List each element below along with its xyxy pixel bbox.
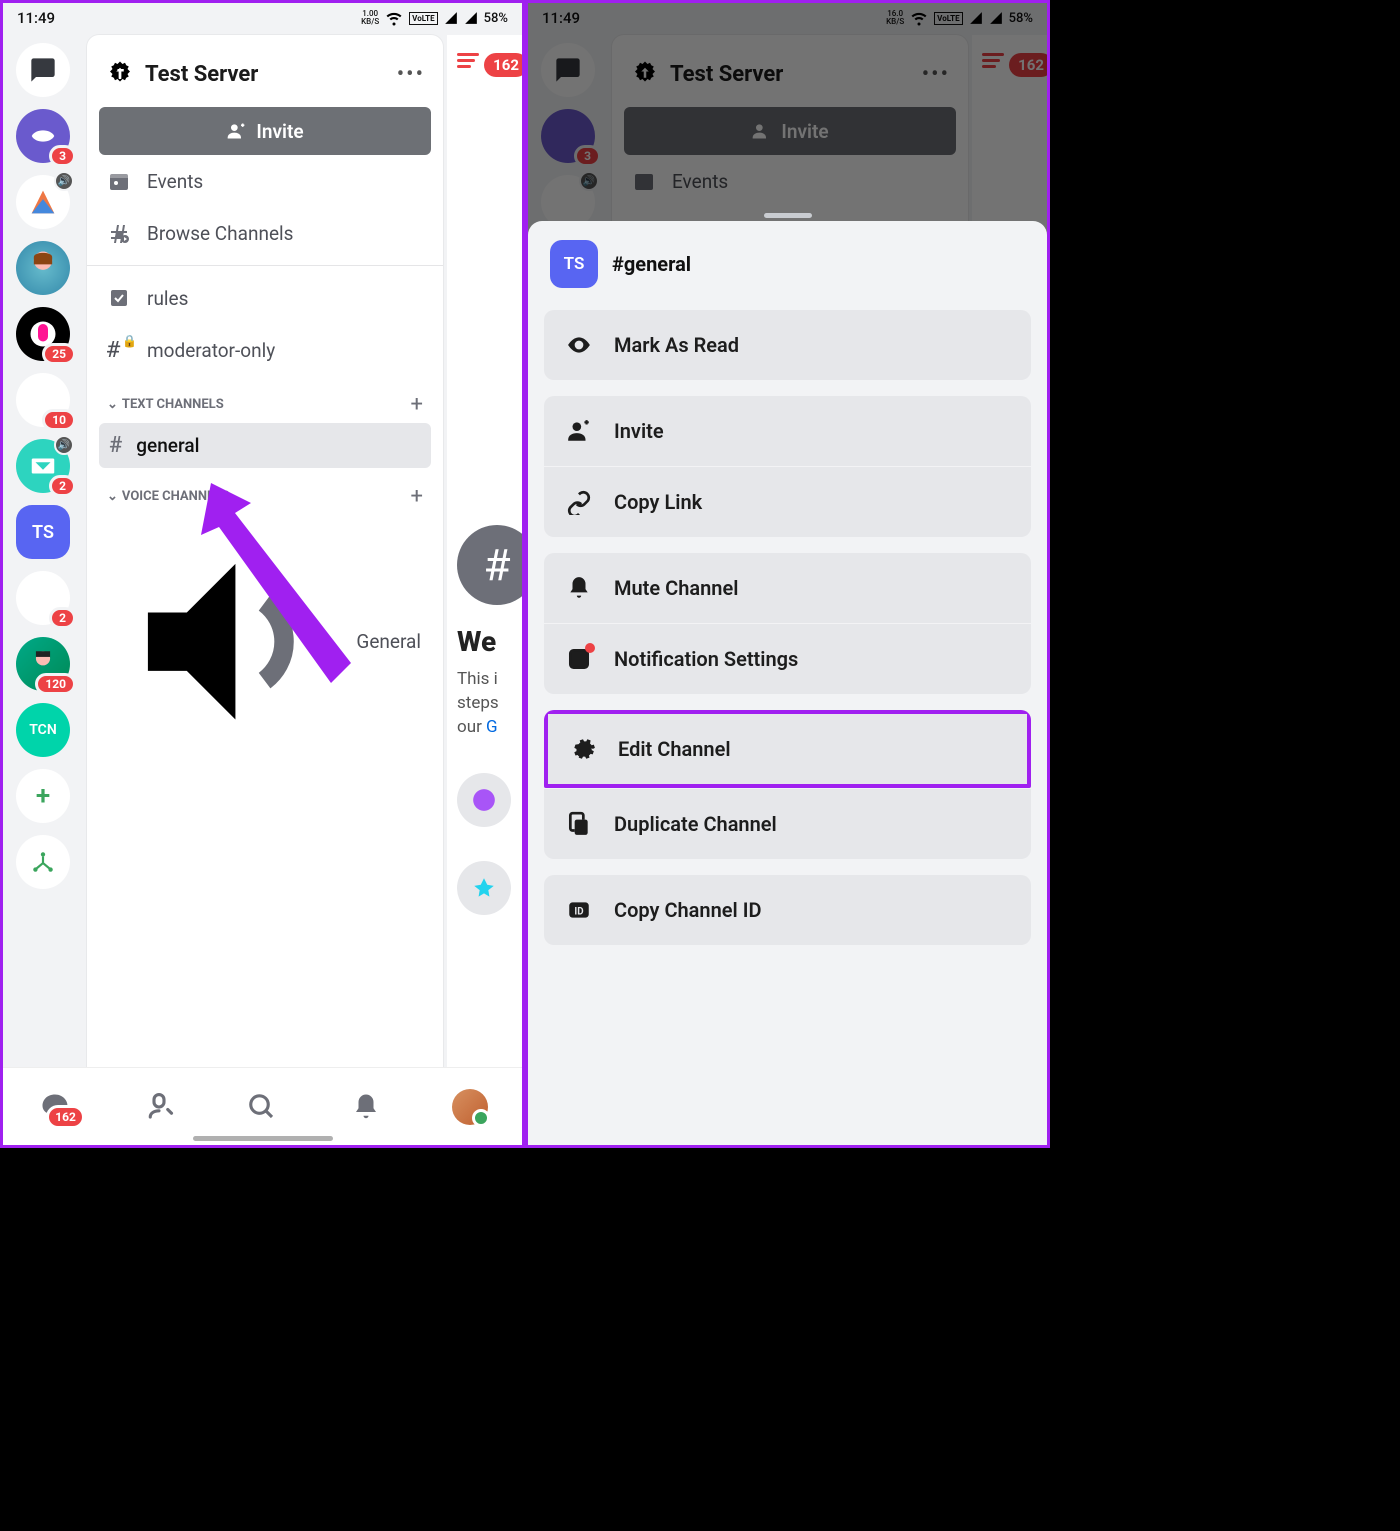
status-bar: 11:49 1.00KB/S VoLTE 58% (3, 3, 522, 33)
server-avatar-8[interactable]: 120 (16, 637, 70, 691)
sheet-title: #general (612, 252, 691, 276)
content-peek: 162 # We This istepsour G (447, 35, 522, 1067)
speaker-mini-icon: 🔊 (54, 171, 74, 191)
add-user-icon (226, 121, 246, 141)
browse-channels-row[interactable]: Browse Channels (99, 207, 431, 259)
speaker-mini-icon-2: 🔊 (54, 435, 74, 455)
rules-channel[interactable]: rules (99, 272, 431, 324)
unread-badge: 162 (484, 53, 522, 77)
rules-icon (107, 286, 131, 310)
signal-icon-1 (444, 11, 458, 25)
home-indicator (193, 1136, 333, 1141)
svg-text:ID: ID (574, 906, 583, 917)
events-row[interactable]: Events (99, 155, 431, 207)
server-avatar-2[interactable]: 🔊 (16, 175, 70, 229)
channel-panel: Test Server ••• Invite Events Browse Cha… (87, 35, 443, 1067)
copy-channel-id-item[interactable]: ID Copy Channel ID (544, 875, 1031, 945)
dm-button[interactable] (16, 43, 70, 97)
copy-icon (566, 811, 592, 837)
bell-icon (566, 575, 592, 601)
server-title[interactable]: Test Server (145, 62, 258, 87)
speaker-icon (109, 525, 342, 758)
nav-notifications[interactable] (346, 1087, 386, 1127)
server-avatar-1[interactable]: 3 (16, 109, 70, 163)
gear-icon (570, 736, 596, 762)
eye-icon (566, 332, 592, 358)
hash-icon: # (109, 433, 122, 458)
hub-button[interactable] (16, 835, 70, 889)
battery-pct: 58% (484, 11, 508, 26)
text-channels-category[interactable]: ⌄TEXT CHANNELS + (99, 376, 431, 423)
voice-channel-general[interactable]: General (99, 515, 431, 768)
notification-settings-icon (566, 646, 592, 672)
status-time: 11:49 (17, 9, 55, 27)
chevron-down-icon: ⌄ (107, 397, 118, 412)
avatar (452, 1089, 488, 1125)
copy-link-item[interactable]: Copy Link (544, 466, 1031, 537)
signal-icon-2 (464, 11, 478, 25)
volte-icon: VoLTE (409, 12, 437, 25)
mute-channel-item[interactable]: Mute Channel (544, 553, 1031, 623)
calendar-icon (107, 169, 131, 193)
id-icon: ID (566, 897, 592, 923)
server-avatar-9[interactable]: TCN (16, 703, 70, 757)
action-chip-1[interactable] (457, 773, 511, 827)
duplicate-channel-item[interactable]: Duplicate Channel (544, 788, 1031, 859)
add-voice-channel-icon[interactable]: + (411, 484, 423, 509)
add-channel-icon[interactable]: + (411, 392, 423, 417)
welcome-body: This istepsour G (457, 668, 522, 739)
channel-general[interactable]: # general (99, 423, 431, 468)
nav-profile[interactable] (450, 1087, 490, 1127)
welcome-heading: We (457, 625, 522, 658)
link-icon (566, 489, 592, 515)
server-avatar-3[interactable] (16, 241, 70, 295)
screenshot-left: 11:49 1.00KB/S VoLTE 58% 3 🔊 25 10 🔊2 TS… (0, 0, 525, 1148)
more-icon[interactable]: ••• (397, 62, 425, 87)
server-avatar-4[interactable]: 25 (16, 307, 70, 361)
action-chip-2[interactable] (457, 861, 511, 915)
invite-item[interactable]: Invite (544, 396, 1031, 466)
hash-lock-icon: #🔒 (107, 338, 131, 362)
bottom-nav: 162 (3, 1067, 522, 1145)
server-avatar-5[interactable]: 10 (16, 373, 70, 427)
add-user-icon (566, 418, 592, 444)
screenshot-right: 11:49 16.0KB/S VoLTE 58% 3 🔊 Test Server… (525, 0, 1050, 1148)
invite-button[interactable]: Invite (99, 107, 431, 155)
nav-friends[interactable] (139, 1087, 179, 1127)
nav-home[interactable]: 162 (35, 1087, 75, 1127)
voice-channels-category[interactable]: ⌄VOICE CHANNELS + (99, 468, 431, 515)
browse-icon (107, 221, 131, 245)
server-avatar-ts[interactable]: TS (16, 505, 70, 559)
sheet-handle[interactable] (764, 213, 812, 218)
nav-search[interactable] (242, 1087, 282, 1127)
moderator-channel[interactable]: #🔒 moderator-only (99, 324, 431, 376)
mark-read-item[interactable]: Mark As Read (544, 310, 1031, 380)
add-server-button[interactable]: + (16, 769, 70, 823)
channel-hash-hero: # (457, 525, 522, 605)
server-avatar-7[interactable]: 2 (16, 571, 70, 625)
server-rail: 3 🔊 25 10 🔊2 TS 2 120 TCN + (3, 33, 83, 1067)
server-boost-icon (105, 59, 135, 89)
server-avatar-6[interactable]: 🔊2 (16, 439, 70, 493)
menu-icon[interactable] (457, 53, 479, 68)
net-speed: 1.00KB/S (361, 10, 379, 26)
chevron-down-icon: ⌄ (107, 489, 118, 504)
edit-channel-item[interactable]: Edit Channel (544, 710, 1031, 788)
wifi-icon (385, 9, 403, 27)
notification-settings-item[interactable]: Notification Settings (544, 623, 1031, 694)
channel-action-sheet: TS #general Mark As Read Invite Copy Lin… (528, 221, 1047, 1145)
server-avatar-abbrev: TS (550, 240, 598, 288)
